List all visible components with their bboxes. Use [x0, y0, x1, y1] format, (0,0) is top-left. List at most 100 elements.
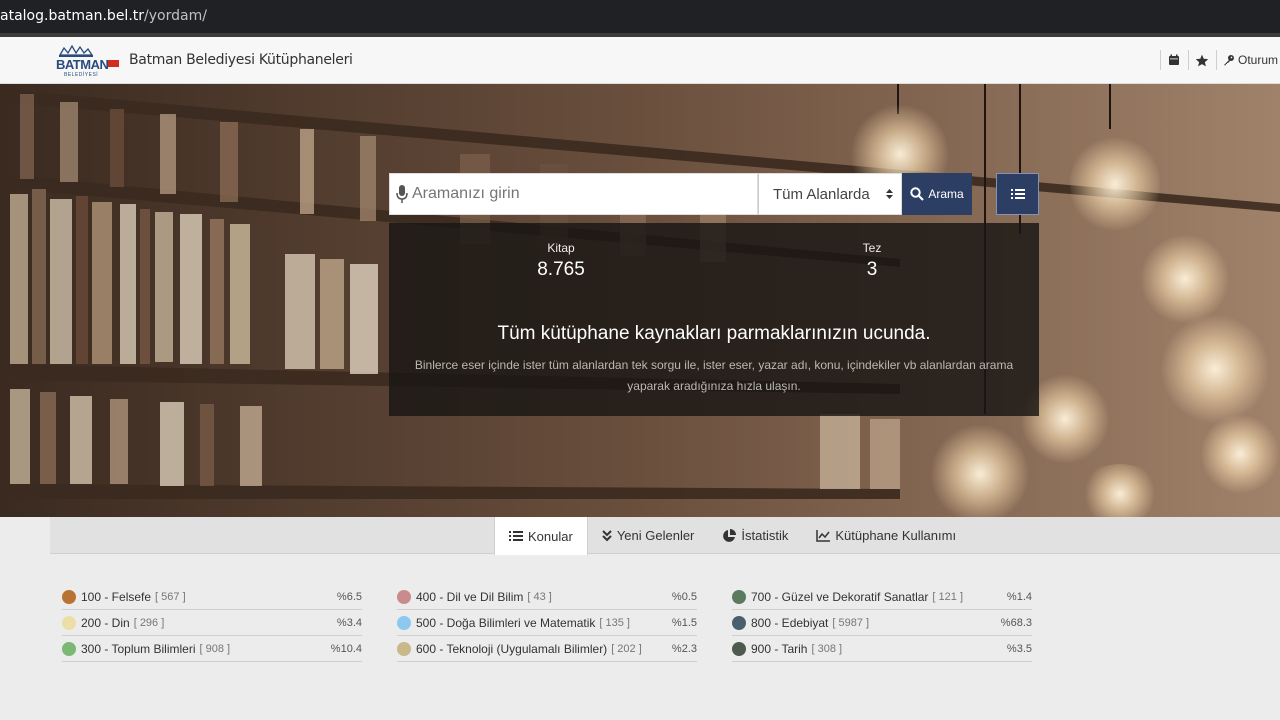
- line-chart-icon: [816, 529, 831, 542]
- subject-item[interactable]: 400 - Dil ve Dil Bilim[ 43 ] %0.5: [397, 584, 697, 610]
- subject-item[interactable]: 200 - Din[ 296 ] %3.4: [62, 610, 362, 636]
- search-scope-value: Tüm Alanlarda: [773, 185, 870, 203]
- subject-item[interactable]: 600 - Teknoloji (Uygulamalı Bilimler)[ 2…: [397, 636, 697, 662]
- subjects-list: 100 - Felsefe[ 567 ] %6.5 400 - Dil ve Dil…: [62, 584, 1032, 662]
- subject-color-dot: [397, 589, 411, 604]
- tab-istatistik[interactable]: İstatistik: [708, 517, 802, 554]
- subject-count: [ 908 ]: [199, 642, 231, 655]
- search-field[interactable]: [389, 173, 758, 215]
- subject-item[interactable]: 100 - Felsefe[ 567 ] %6.5: [62, 584, 362, 610]
- subject-count: [ 43 ]: [527, 590, 552, 603]
- login-button[interactable]: Oturum: [1215, 50, 1280, 70]
- address-url[interactable]: atalog.batman.bel.tr/yordam/: [0, 8, 207, 24]
- login-label: Oturum: [1237, 53, 1278, 67]
- tab-list: Konular Yeni Gelenler İstatistik Kütüpha…: [494, 517, 970, 555]
- subject-name: 600 - Teknoloji (Uygulamalı Bilimler): [416, 641, 608, 656]
- svg-text:BATMAN: BATMAN: [56, 57, 108, 72]
- subject-count: [ 121 ]: [932, 590, 963, 603]
- subject-name: 700 - Güzel ve Dekoratif Sanatlar: [751, 589, 929, 604]
- stat-kitap: Kitap 8.765: [511, 241, 611, 281]
- subject-color-dot: [732, 615, 746, 630]
- subject-count: [ 135 ]: [599, 616, 630, 629]
- tab-yeni-gelenler[interactable]: Yeni Gelenler: [588, 517, 709, 554]
- tab-label: Yeni Gelenler: [616, 528, 695, 543]
- subject-percent: %1.5: [671, 617, 697, 629]
- subject-color-dot: [62, 641, 76, 656]
- search-scope-select[interactable]: Tüm Alanlarda: [758, 173, 902, 215]
- subject-count: [ 567 ]: [155, 590, 186, 603]
- key-icon: [1223, 55, 1234, 66]
- subject-count: [ 296 ]: [133, 616, 165, 629]
- subject-name: 400 - Dil ve Dil Bilim: [416, 589, 524, 604]
- tabs-bar: Konular Yeni Gelenler İstatistik Kütüpha…: [50, 517, 1280, 555]
- subject-item[interactable]: 800 - Edebiyat[ 5987 ] %68.3: [732, 610, 1032, 636]
- subject-color-dot: [397, 641, 411, 656]
- subject-color-dot: [732, 641, 746, 656]
- search-icon: [910, 187, 925, 201]
- double-chevron-down-icon: [602, 529, 612, 541]
- subject-color-dot: [62, 589, 76, 604]
- site-logo[interactable]: BATMAN BELEDİYESİ: [54, 42, 120, 78]
- hero-banner: Tüm Alanlarda Arama Kitap 8.765 Tez 3 Tü…: [0, 84, 1280, 517]
- stats-panel: Kitap 8.765 Tez 3 Tüm kütüphane kaynakla…: [389, 223, 1039, 416]
- subject-name: 100 - Felsefe: [81, 589, 152, 604]
- subject-item[interactable]: 900 - Tarih[ 308 ] %3.5: [732, 636, 1032, 662]
- header-toolbar: Oturum: [1159, 50, 1280, 70]
- tab-label: İstatistik: [741, 528, 789, 543]
- browser-address-bar: atalog.batman.bel.tr/yordam/: [0, 0, 1280, 33]
- subject-percent: %3.5: [1006, 643, 1032, 655]
- lamp-light: [930, 424, 1030, 517]
- svg-text:BELEDİYESİ: BELEDİYESİ: [64, 71, 98, 78]
- subject-name: 200 - Din: [81, 615, 130, 630]
- tab-kutuphane-kullanimi[interactable]: Kütüphane Kullanımı: [802, 517, 970, 554]
- advanced-search-button[interactable]: [996, 173, 1039, 215]
- subject-item[interactable]: 500 - Doğa Bilimleri ve Matematik[ 135 ]…: [397, 610, 697, 636]
- lamp-light: [1080, 464, 1160, 517]
- subject-color-dot: [62, 615, 76, 630]
- subject-color-dot: [732, 589, 746, 604]
- tab-label: Kütüphane Kullanımı: [835, 528, 957, 543]
- search-row: Tüm Alanlarda Arama: [389, 173, 972, 215]
- lamp-light: [1200, 414, 1280, 494]
- hero-tagline: Tüm kütüphane kaynakları parmaklarınızın…: [497, 323, 931, 344]
- search-button-label: Arama: [928, 187, 964, 201]
- stat-tez: Tez 3: [822, 241, 922, 281]
- site-header: BATMAN BELEDİYESİ Batman Belediyesi Kütü…: [0, 37, 1280, 84]
- subject-item[interactable]: 700 - Güzel ve Dekoratif Sanatlar[ 121 ]…: [732, 584, 1032, 610]
- subject-count: [ 308 ]: [811, 642, 843, 655]
- lamp-light: [1160, 314, 1270, 424]
- search-button[interactable]: Arama: [902, 173, 972, 215]
- subject-name: 300 - Toplum Bilimleri: [81, 641, 196, 656]
- hero-subtext: Binlerce eser içinde ister tüm alanlarda…: [414, 358, 1014, 393]
- lamp-light: [1070, 134, 1160, 234]
- stat-value: 3: [866, 259, 878, 280]
- stat-label: Tez: [862, 241, 882, 255]
- tab-konular[interactable]: Konular: [494, 517, 588, 555]
- stat-label: Kitap: [547, 241, 575, 255]
- search-input[interactable]: [412, 185, 742, 203]
- site-title[interactable]: Batman Belediyesi Kütüphaneleri: [129, 52, 353, 68]
- list-icon: [1010, 189, 1025, 199]
- subject-color-dot: [397, 615, 411, 630]
- subject-count: [ 202 ]: [611, 642, 642, 655]
- subject-percent: %1.4: [1006, 591, 1032, 603]
- microphone-icon[interactable]: [396, 184, 408, 204]
- subject-name: 900 - Tarih: [751, 641, 808, 656]
- subject-percent: %10.4: [330, 643, 362, 655]
- subject-name: 500 - Doğa Bilimleri ve Matematik: [416, 615, 596, 630]
- stat-value: 8.765: [537, 259, 585, 280]
- star-icon[interactable]: [1187, 50, 1216, 70]
- subject-percent: %0.5: [671, 591, 697, 603]
- list-icon: [509, 531, 523, 541]
- subject-item[interactable]: 300 - Toplum Bilimleri[ 908 ] %10.4: [62, 636, 362, 662]
- select-caret-icon: [886, 189, 893, 199]
- subject-count: [ 5987 ]: [832, 616, 870, 629]
- tab-label: Konular: [528, 528, 573, 544]
- lamp-light: [1140, 234, 1230, 324]
- subject-name: 800 - Edebiyat: [751, 615, 829, 630]
- pie-chart-icon: [723, 528, 737, 542]
- subject-percent: %6.5: [336, 591, 362, 603]
- subject-percent: %3.4: [336, 617, 362, 629]
- calendar-icon[interactable]: [1159, 50, 1188, 70]
- subject-percent: %2.3: [671, 643, 697, 655]
